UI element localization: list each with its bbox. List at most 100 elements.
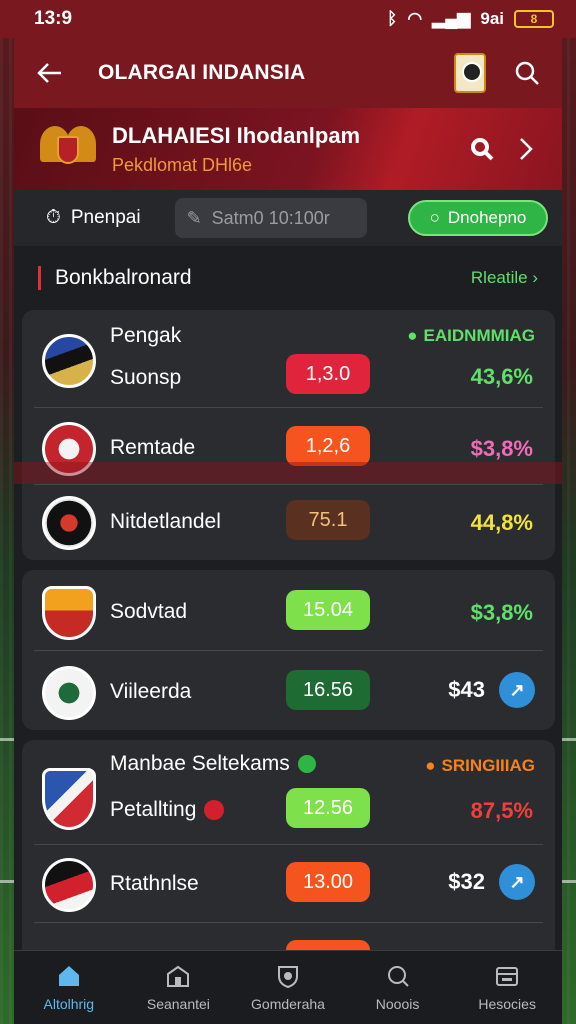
divider [34,650,543,651]
pin-icon: ● [425,756,436,775]
team-name[interactable]: Rtathnlse [110,872,199,896]
nav-item-shield[interactable]: Gomderaha [233,951,343,1024]
group-header: Manbae Seltekams [110,752,316,776]
home-icon [58,965,79,986]
divider [34,407,543,408]
nav-label: Nooois [375,995,420,1012]
nav-label: Altolhrig [43,995,95,1012]
section-header: Bonkbalronard Rleatile › [14,246,562,310]
group-status-label: SRINGIIIAG [441,756,535,775]
bottom-navigation: Altolhrig Seanantei Gomderaha Nooois Hes… [14,950,562,1024]
team-name[interactable]: Suonsp [110,366,181,390]
hero-banner: DLAHAIESI Ihodanlpam Pekdlomat DHl6e [14,108,562,190]
back-arrow-icon[interactable] [36,62,62,84]
pitch-line [0,880,14,883]
team-logo [42,858,96,912]
price-value: $43 [448,677,485,702]
match-card: Sodvtad 15.04 $3,8% Viileerda 16.56 $43 … [22,570,555,730]
section-accent [38,266,41,290]
match-card: Pengak ● EAIDNMMIAG Suonsp 1,3.0 43,6% R… [22,310,555,560]
highlight-band [14,462,562,484]
team-name[interactable]: Viileerda [110,680,191,704]
price-group: $43 ↗ [448,672,535,708]
team-logo [42,768,96,830]
odds-button[interactable]: 1,2,6 [286,426,370,466]
team-name[interactable]: Sodvtad [110,600,187,624]
wifi-icon: ◠ [407,9,423,28]
shield-icon [277,965,298,988]
pitch-line [0,738,14,741]
hero-subtitle: Pekdlomat DHl6e [112,154,253,175]
odds-button[interactable]: 1,3.0 [286,354,370,394]
divider [34,484,543,485]
section-see-all-link[interactable]: Rleatile › [471,268,538,288]
nav-item-shop[interactable]: Seanantei [124,951,234,1024]
win-percentage: $3,8% [470,436,533,461]
team-logo [42,496,96,550]
odds-button[interactable]: 75.1 [286,500,370,540]
live-dot-icon: ○ [429,208,440,227]
garuda-emblem [40,120,96,178]
match-card: Manbae Seltekams ● SRINGIIIAG Petallting… [22,740,555,960]
pin-icon: ● [407,326,418,345]
search-icon [387,965,409,987]
odds-button[interactable]: 13.00 [286,862,370,902]
group-header: Pengak [110,324,182,347]
team-name: Petallting [110,798,197,821]
pitch-line [562,880,576,883]
status-bar: 13:9 ᛒ ◠ ▂▄▆ 9ai 8 [0,0,576,38]
team-logo [42,334,96,388]
team-name-with-badge[interactable]: Petallting [110,798,225,822]
red-badge-icon [204,800,225,820]
verified-icon [297,755,316,773]
search-icon[interactable] [514,60,540,86]
hero-search-icon[interactable] [470,137,494,161]
hero-title: DLAHAIESI Ihodanlpam [112,122,361,148]
team-logo [42,586,96,640]
nav-item-search[interactable]: Nooois [343,951,453,1024]
nav-label: Seanantei [146,995,210,1012]
odds-button[interactable]: 15.04 [286,590,370,630]
shop-icon [167,965,190,987]
edit-icon: ✎ [186,207,202,228]
win-percentage: $3,8% [470,600,533,625]
date-search-placeholder: Satm0 10:100r [211,207,330,228]
filter-bar: ⏱ Pnenpai ✎ Satm0 10:100r ○ Dnohepno [14,190,562,246]
active-filter-chip[interactable]: ○ Dnohepno [408,200,548,236]
status-time: 13:9 [34,8,73,29]
group-status-tag: ● EAIDNMMIAG [407,326,535,346]
section-link-label: Rleatile [470,268,528,287]
status-icons: ᛒ ◠ ▂▄▆ 9ai 8 [387,9,554,29]
nav-item-wallet[interactable]: Hesocies [452,951,562,1024]
network-label: 9ai [480,9,504,28]
odds-button[interactable]: 12.56 [286,788,370,828]
group-status-tag: ● SRINGIIIAG [425,756,535,776]
share-icon[interactable]: ↗ [499,864,535,900]
team-name[interactable]: Nitdetlandel [110,510,221,534]
filter-primary-label: Pnenpai [70,207,141,228]
team-logo [42,666,96,720]
win-percentage: 43,6% [470,364,533,389]
nav-label: Gomderaha [251,995,325,1012]
nav-item-home[interactable]: Altolhrig [14,951,124,1024]
app-bar: OLARGAI INDANSIA [14,38,562,108]
date-search-field[interactable]: ✎ Satm0 10:100r [174,198,367,238]
odds-button[interactable]: 16.56 [286,670,370,710]
share-icon[interactable]: ↗ [499,672,535,708]
signal-icon: ▂▄▆ [432,9,471,28]
hero-actions [470,136,536,162]
win-percentage: 44,8% [470,510,533,535]
divider [34,844,543,845]
stopwatch-icon: ⏱ [46,207,61,228]
win-percentage: 87,5% [470,798,533,823]
chevron-right-icon[interactable] [516,136,536,162]
filter-primary[interactable]: ⏱ Pnenpai [28,207,159,229]
group-header-label: Manbae Seltekams [110,752,290,775]
group-status-label: EAIDNMMIAG [423,326,535,345]
nav-label: Hesocies [478,995,536,1012]
price-group: $32 ↗ [448,864,535,900]
team-name[interactable]: Remtade [110,436,195,460]
club-logo[interactable] [454,53,486,93]
active-filter-label: Dnohepno [447,208,527,227]
divider [34,922,543,923]
